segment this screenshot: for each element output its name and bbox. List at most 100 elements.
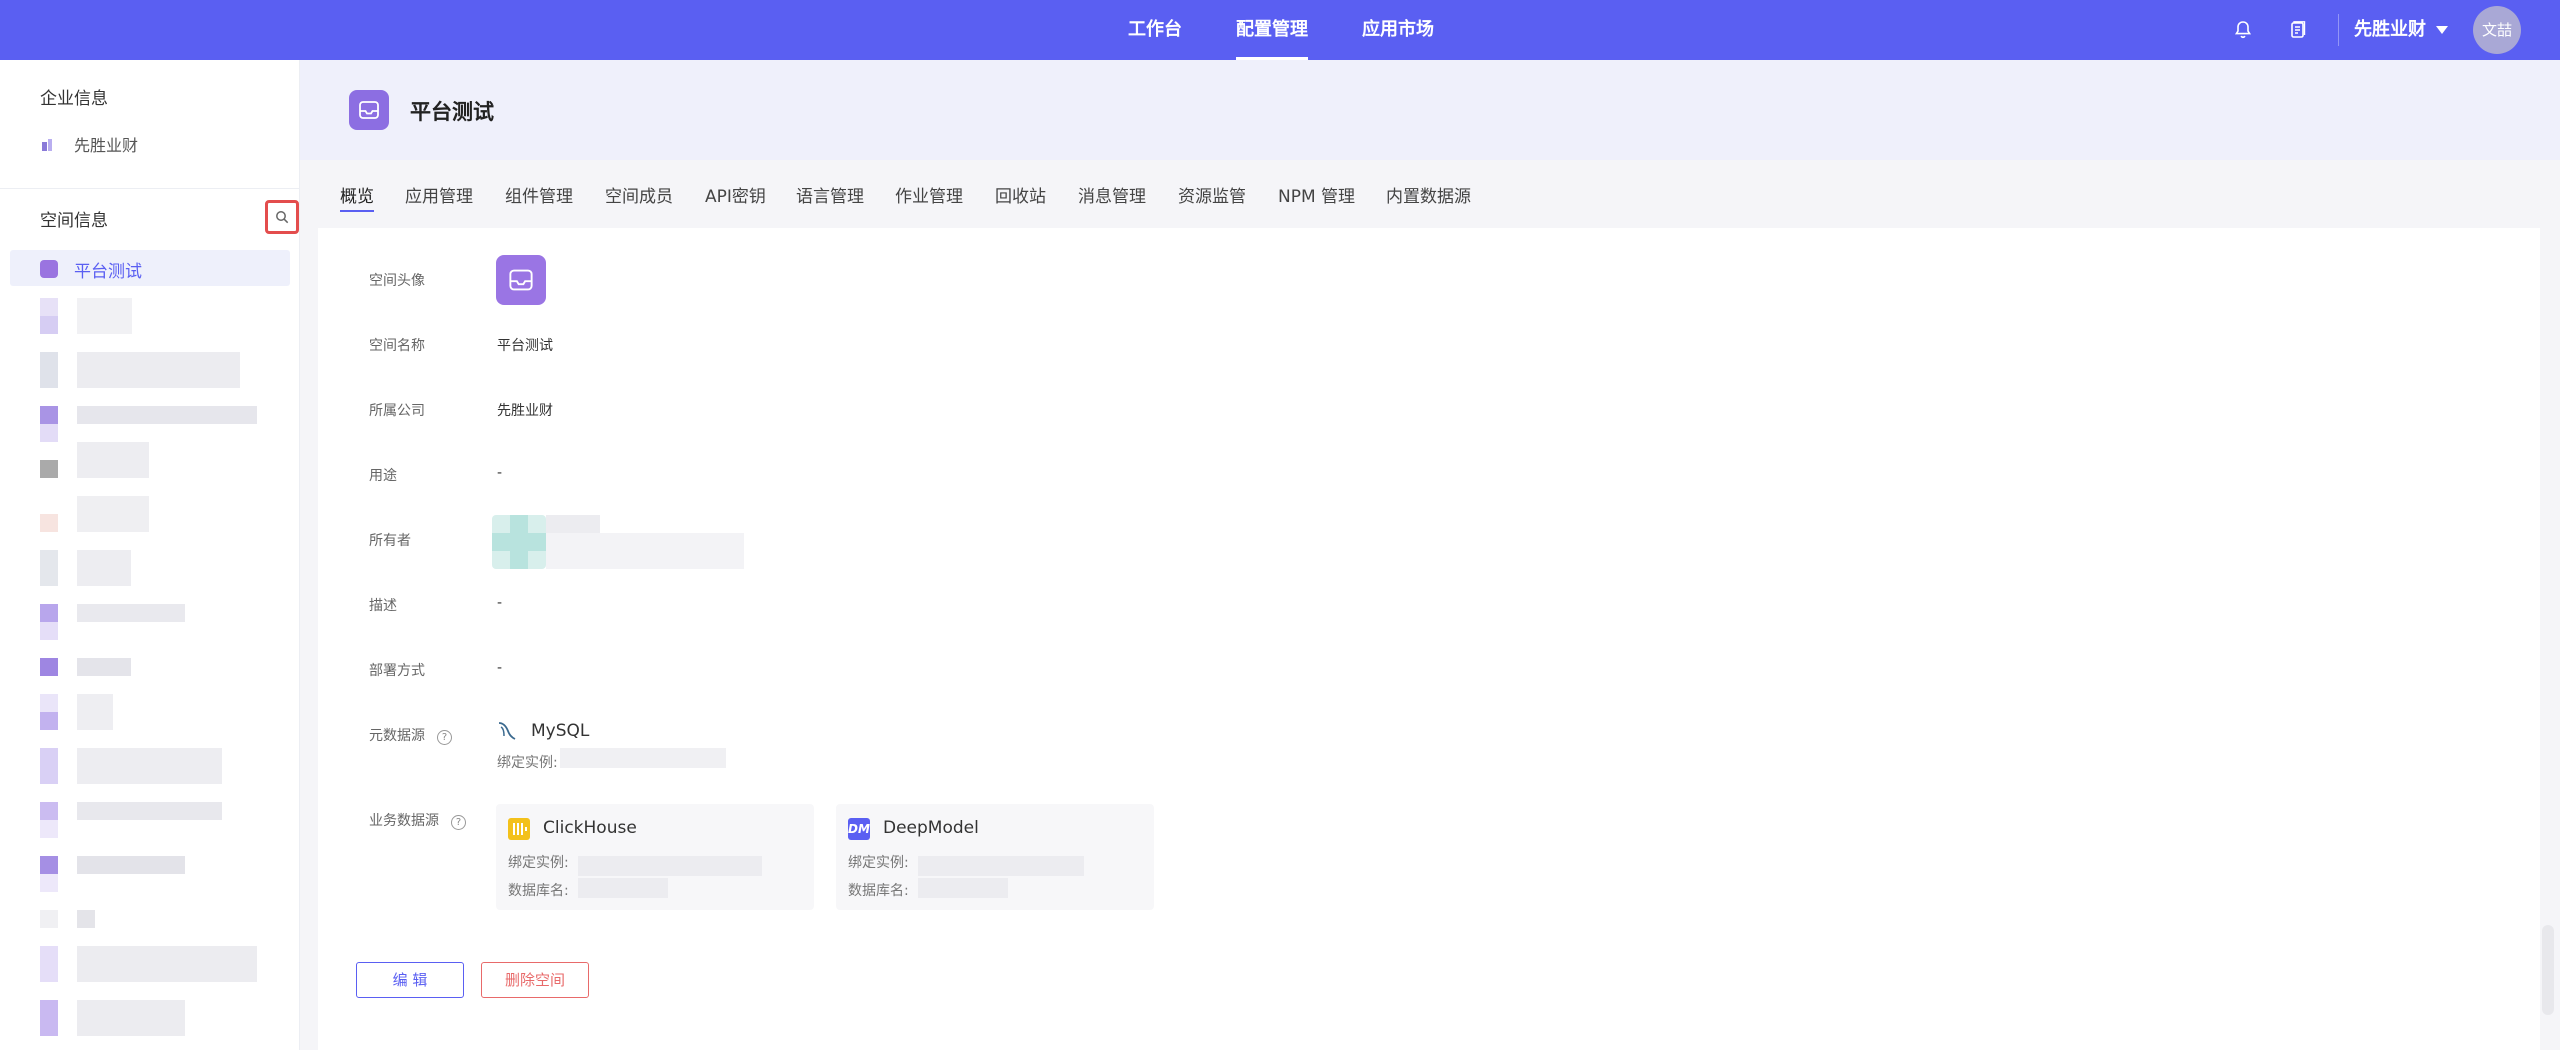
- space-icon: [40, 460, 58, 478]
- bell-icon[interactable]: [2231, 18, 2255, 42]
- datasource-name: DeepModel: [883, 818, 979, 838]
- usage-label: 用途: [369, 468, 397, 484]
- chevron-down-icon[interactable]: [2436, 26, 2448, 34]
- space-icon: [40, 406, 58, 424]
- meta-datasource-instance-value: [560, 748, 726, 768]
- space-icon: [40, 316, 58, 334]
- tab-resource-monitoring[interactable]: 资源监管: [1178, 182, 1246, 212]
- page-title: 平台测试: [410, 100, 494, 124]
- space-icon: [40, 802, 58, 820]
- mysql-logo-icon: [498, 722, 516, 740]
- space-icon: [40, 748, 58, 784]
- space-icon: [40, 874, 58, 892]
- inbox-icon: [359, 101, 379, 119]
- biz-datasource-label: 业务数据源?: [369, 810, 466, 830]
- tab-app-management[interactable]: 应用管理: [405, 182, 473, 212]
- name-label: 空间名称: [369, 338, 425, 354]
- sidebar-space-item[interactable]: [77, 1000, 185, 1036]
- sidebar-space-item[interactable]: [77, 802, 222, 820]
- sidebar-space-item[interactable]: [77, 604, 185, 622]
- space-icon: [40, 820, 58, 838]
- datasource-instance-label: 绑定实例:: [848, 855, 909, 871]
- sidebar-company-name: 先胜业财: [74, 136, 139, 155]
- sidebar-space-item-active[interactable]: 平台测试: [10, 250, 290, 286]
- name-value: 平台测试: [497, 338, 553, 354]
- sidebar-company-item[interactable]: 先胜业财: [40, 132, 138, 156]
- avatar-label: 空间头像: [369, 273, 425, 289]
- sidebar-space-item[interactable]: [77, 298, 132, 334]
- scrollbar[interactable]: [2542, 925, 2554, 1015]
- space-icon: [40, 1000, 58, 1036]
- topbar-divider: [2338, 14, 2339, 46]
- space-icon: [40, 298, 58, 316]
- sidebar-space-label: 平台测试: [74, 262, 142, 282]
- edit-button[interactable]: 编 辑: [356, 962, 464, 998]
- help-icon[interactable]: ?: [437, 730, 452, 745]
- help-icon[interactable]: ?: [451, 815, 466, 830]
- nav-workbench[interactable]: 工作台: [1128, 0, 1182, 60]
- datasource-db-value: [578, 878, 668, 898]
- nav-app-market[interactable]: 应用市场: [1362, 0, 1434, 60]
- sidebar-space-item[interactable]: [77, 550, 131, 586]
- delete-space-button[interactable]: 删除空间: [481, 962, 589, 998]
- company-value: 先胜业财: [497, 403, 553, 419]
- space-avatar: [496, 255, 546, 305]
- datasource-instance-label: 绑定实例:: [508, 855, 569, 871]
- tab-job-management[interactable]: 作业管理: [895, 182, 963, 212]
- tab-message-management[interactable]: 消息管理: [1078, 182, 1146, 212]
- deploy-label: 部署方式: [369, 663, 425, 679]
- tab-api-keys[interactable]: API密钥: [705, 182, 766, 212]
- sidebar-space-item[interactable]: [77, 496, 149, 532]
- meta-datasource-label: 元数据源?: [369, 725, 452, 745]
- tab-component-management[interactable]: 组件管理: [505, 182, 573, 212]
- sidebar-space-item[interactable]: [77, 694, 113, 730]
- space-search-button[interactable]: [265, 200, 299, 234]
- datasource-card-clickhouse: ClickHouse 绑定实例: 数据库名:: [496, 804, 814, 910]
- tab-language-management[interactable]: 语言管理: [796, 182, 864, 212]
- inbox-icon: [509, 269, 533, 291]
- tab-npm-management[interactable]: NPM 管理: [1278, 182, 1355, 212]
- owner-avatar: [492, 533, 546, 551]
- space-icon: [40, 604, 58, 622]
- meta-datasource-instance-label: 绑定实例:: [497, 755, 558, 771]
- sidebar-space-item[interactable]: [77, 946, 257, 982]
- datasource-db-value: [918, 878, 1008, 898]
- datasource-instance-value: [918, 856, 1084, 876]
- user-avatar[interactable]: 文喆: [2473, 6, 2521, 54]
- clickhouse-logo-icon: [508, 818, 530, 840]
- space-icon: [40, 694, 58, 712]
- document-icon[interactable]: [2286, 18, 2310, 42]
- nav-config-management[interactable]: 配置管理: [1236, 0, 1308, 60]
- sidebar-space-item[interactable]: [77, 406, 257, 424]
- company-label: 所属公司: [369, 403, 425, 419]
- overview-card: [318, 228, 2540, 1050]
- datasource-instance-value: [578, 856, 762, 876]
- datasource-card-deepmodel: DM DeepModel 绑定实例: 数据库名:: [836, 804, 1154, 910]
- company-section-title: 企业信息: [40, 89, 108, 109]
- usage-value: -: [497, 465, 503, 481]
- deepmodel-logo-icon: DM: [848, 818, 870, 840]
- space-logo: [349, 90, 389, 130]
- tab-builtin-datasource[interactable]: 内置数据源: [1386, 182, 1471, 212]
- sidebar-space-item[interactable]: [77, 748, 222, 784]
- sidebar-space-item[interactable]: [77, 910, 95, 928]
- space-icon: [40, 352, 58, 388]
- building-icon: [40, 137, 54, 151]
- company-switcher[interactable]: 先胜业财: [2354, 0, 2426, 60]
- tab-recycle-bin[interactable]: 回收站: [995, 182, 1046, 212]
- sidebar-space-item[interactable]: [77, 442, 149, 478]
- tab-space-members[interactable]: 空间成员: [605, 182, 673, 212]
- space-icon: [40, 910, 58, 928]
- desc-label: 描述: [369, 598, 397, 614]
- sidebar-space-item[interactable]: [77, 352, 240, 388]
- sidebar-space-item[interactable]: [77, 856, 185, 874]
- space-icon: [40, 260, 58, 278]
- sidebar-space-item[interactable]: [77, 658, 131, 676]
- space-icon: [40, 424, 58, 442]
- space-header: [300, 60, 2560, 160]
- space-icon: [40, 550, 58, 586]
- datasource-db-label: 数据库名:: [508, 883, 569, 899]
- datasource-db-label: 数据库名:: [848, 883, 909, 899]
- deploy-value: -: [497, 660, 503, 676]
- tab-overview[interactable]: 概览: [340, 182, 374, 212]
